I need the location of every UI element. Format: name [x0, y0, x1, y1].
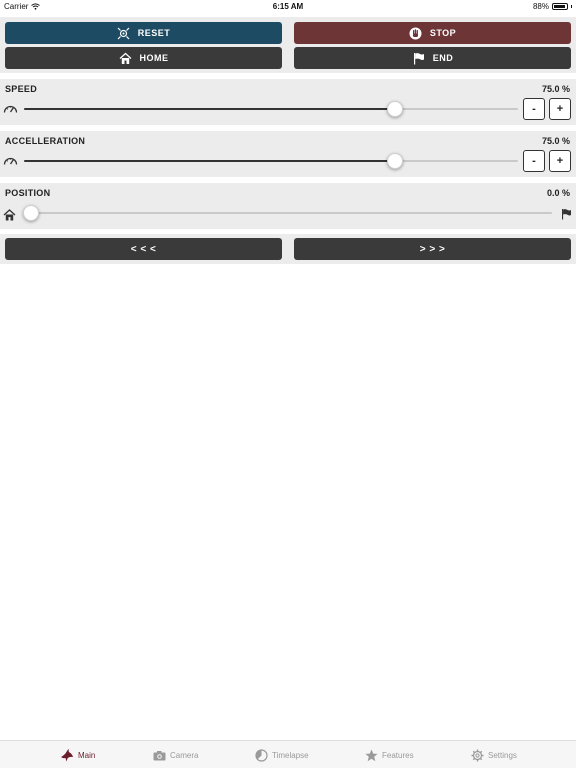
battery-tip [571, 5, 572, 8]
tab-bar: Main Camera Timelapse Features Settings [0, 740, 576, 768]
acceleration-increase-button[interactable]: + [549, 150, 571, 172]
jog-backward-button[interactable]: < < < [5, 238, 282, 260]
battery-level [554, 5, 565, 8]
control-panel: RESET STOP HOME END [0, 17, 576, 73]
tab-features[interactable]: Features [365, 747, 414, 763]
status-bar: Carrier 6:15 AM 88% [0, 0, 576, 13]
tab-main[interactable]: Main [60, 747, 95, 763]
acceleration-label: ACCELLERATION [5, 136, 86, 146]
home-label: HOME [139, 53, 169, 63]
acceleration-decrease-button[interactable]: - [523, 150, 545, 172]
acceleration-value: 75.0 % [541, 136, 570, 146]
position-label: POSITION [5, 188, 51, 198]
speed-increase-button[interactable]: + [549, 98, 571, 120]
speed-label: SPEED [5, 84, 38, 94]
stop-button[interactable]: STOP [294, 22, 571, 44]
speed-value: 75.0 % [541, 84, 570, 94]
acceleration-slider-track[interactable] [24, 160, 518, 162]
speed-slider-track[interactable] [24, 108, 518, 110]
stop-hand-icon [409, 27, 422, 39]
home-button[interactable]: HOME [5, 47, 282, 69]
tab-settings[interactable]: Settings [471, 747, 517, 763]
tab-timelapse-label: Timelapse [272, 750, 309, 760]
speed-decrease-button[interactable]: - [523, 98, 545, 120]
speed-slider-fill [24, 108, 395, 110]
tab-camera[interactable]: Camera [153, 747, 198, 763]
reset-icon [117, 27, 130, 39]
camera-icon [153, 750, 166, 760]
stop-label: STOP [429, 28, 457, 38]
home-icon [3, 209, 16, 221]
battery-icon [552, 3, 568, 10]
acceleration-slider-fill [24, 160, 395, 162]
end-button[interactable]: END [294, 47, 571, 69]
star-icon [365, 749, 378, 761]
speedometer-icon [3, 157, 18, 165]
speed-panel: SPEED 75.0 % - + [0, 79, 576, 125]
position-slider-thumb[interactable] [23, 205, 39, 221]
jog-forward-button[interactable]: > > > [294, 238, 571, 260]
tab-main-label: Main [78, 750, 96, 760]
speedometer-icon [3, 105, 18, 113]
flag-icon [413, 52, 424, 64]
gear-icon [471, 749, 484, 761]
acceleration-panel: ACCELLERATION 75.0 % - + [0, 131, 576, 177]
acceleration-slider-thumb[interactable] [386, 153, 403, 169]
position-value: 0.0 % [546, 188, 570, 198]
clock: 6:15 AM [272, 2, 304, 11]
reset-label: RESET [137, 28, 171, 38]
position-panel: POSITION 0.0 % [0, 183, 576, 229]
jog-panel: < < < > > > [0, 234, 576, 264]
tab-camera-label: Camera [170, 750, 199, 760]
tab-timelapse[interactable]: Timelapse [255, 747, 309, 763]
reset-button[interactable]: RESET [5, 22, 282, 44]
speed-slider-thumb[interactable] [386, 101, 403, 117]
bird-icon [61, 748, 73, 762]
timelapse-icon [255, 748, 268, 762]
end-label: END [432, 53, 454, 63]
tab-settings-label: Settings [488, 750, 517, 760]
home-icon [119, 52, 131, 64]
position-slider-track[interactable] [31, 212, 552, 214]
battery-info: 88% [533, 2, 572, 11]
battery-percent: 88% [532, 2, 549, 11]
flag-icon [562, 209, 571, 220]
tab-features-label: Features [382, 750, 414, 760]
